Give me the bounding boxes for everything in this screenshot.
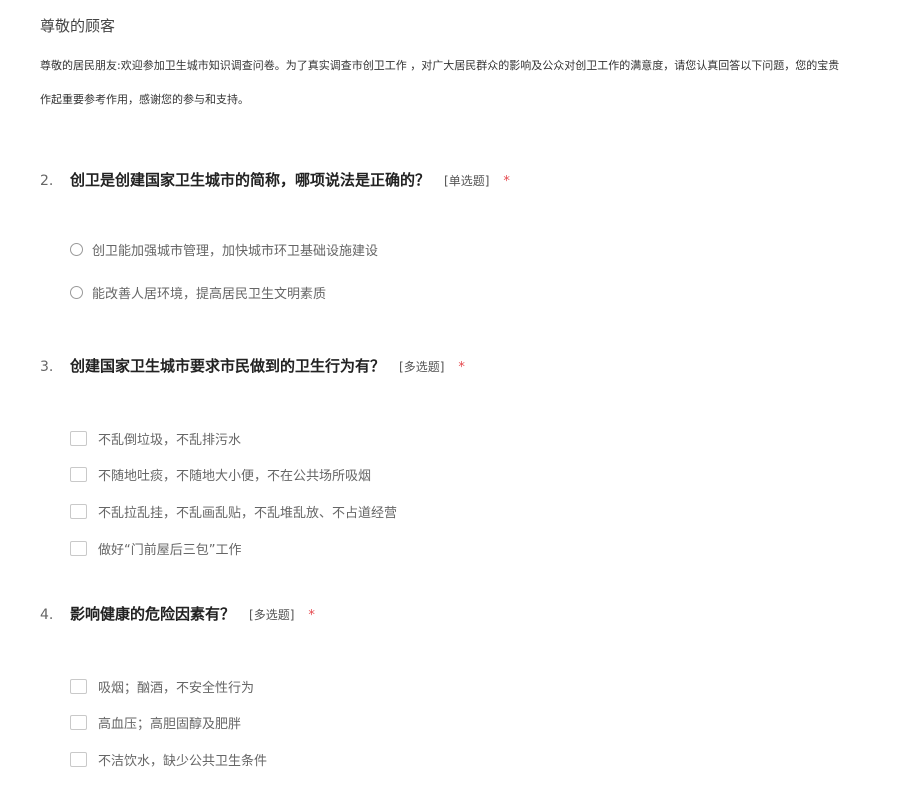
checkbox[interactable] [70, 466, 87, 482]
option-checkbox[interactable]: 做好“门前屋后三包”工作 [70, 538, 241, 558]
option-label[interactable]: 高血压；高胆固醇及肥胖 [98, 713, 241, 732]
option-radio[interactable]: 创卫能加强城市管理，加快城市环卫基础设施建设 [70, 239, 378, 259]
survey-intro: 尊敬的居民朋友:欢迎参加卫生城市知识调查问卷。为了真实调查市创卫工作 ，对广大居… [40, 49, 900, 117]
option-label[interactable]: 能改善人居环境，提高居民卫生文明素质 [92, 283, 326, 302]
question-type-label: [多选题] [249, 608, 295, 622]
question-2: 2. 创卫是创建国家卫生城市的简称，哪项说法是正确的？ [单选题] * [40, 169, 510, 190]
intro-line: 尊敬的居民朋友:欢迎参加卫生城市知识调查问卷。为了真实调查市创卫工作 ，对广大居… [40, 59, 840, 72]
required-marker: * [458, 360, 465, 375]
option-label[interactable]: 不乱倒垃圾，不乱排污水 [98, 429, 241, 448]
question-title: 影响健康的危险因素有？ [70, 605, 236, 623]
question-number: 4. [40, 607, 54, 623]
option-checkbox[interactable]: 吸烟；酗酒，不安全性行为 [70, 676, 254, 696]
intro-line: 作起重要参考作用，感谢您的参与和支持。 [40, 93, 249, 106]
question-type-label: [多选题] [399, 360, 445, 374]
question-4: 4. 影响健康的危险因素有？ [多选题] * [40, 603, 315, 624]
question-number: 3. [40, 359, 54, 375]
question-type-label: [单选题] [444, 174, 490, 188]
option-checkbox[interactable]: 不乱拉乱挂，不乱画乱贴，不乱堆乱放、不占道经营 [70, 501, 397, 521]
option-label[interactable]: 做好“门前屋后三包”工作 [98, 539, 241, 558]
option-checkbox[interactable]: 不洁饮水，缺少公共卫生条件 [70, 749, 267, 769]
option-label[interactable]: 吸烟；酗酒，不安全性行为 [98, 677, 254, 696]
checkbox[interactable] [70, 678, 87, 694]
survey-page: 尊敬的顾客 尊敬的居民朋友:欢迎参加卫生城市知识调查问卷。为了真实调查市创卫工作… [0, 0, 900, 800]
checkbox[interactable] [70, 430, 87, 446]
required-marker: * [503, 174, 510, 189]
question-number: 2. [40, 173, 54, 189]
option-radio[interactable]: 能改善人居环境，提高居民卫生文明素质 [70, 282, 326, 302]
question-3: 3. 创建国家卫生城市要求市民做到的卫生行为有？ [多选题] * [40, 355, 465, 376]
option-label[interactable]: 不随地吐痰，不随地大小便，不在公共场所吸烟 [98, 465, 371, 484]
survey-greeting: 尊敬的顾客 [40, 17, 116, 35]
option-label[interactable]: 不洁饮水，缺少公共卫生条件 [98, 750, 267, 769]
question-title: 创卫是创建国家卫生城市的简称，哪项说法是正确的？ [70, 171, 431, 189]
option-checkbox[interactable]: 高血压；高胆固醇及肥胖 [70, 712, 241, 732]
option-label[interactable]: 不乱拉乱挂，不乱画乱贴，不乱堆乱放、不占道经营 [98, 502, 397, 521]
radio-button[interactable] [70, 242, 83, 256]
required-marker: * [308, 608, 315, 623]
question-title: 创建国家卫生城市要求市民做到的卫生行为有？ [70, 357, 386, 375]
option-label[interactable]: 创卫能加强城市管理，加快城市环卫基础设施建设 [92, 240, 378, 259]
radio-button[interactable] [70, 285, 83, 299]
checkbox[interactable] [70, 714, 87, 730]
option-checkbox[interactable]: 不乱倒垃圾，不乱排污水 [70, 428, 241, 448]
option-checkbox[interactable]: 不随地吐痰，不随地大小便，不在公共场所吸烟 [70, 464, 371, 484]
checkbox[interactable] [70, 751, 87, 767]
checkbox[interactable] [70, 503, 87, 519]
checkbox[interactable] [70, 540, 87, 556]
